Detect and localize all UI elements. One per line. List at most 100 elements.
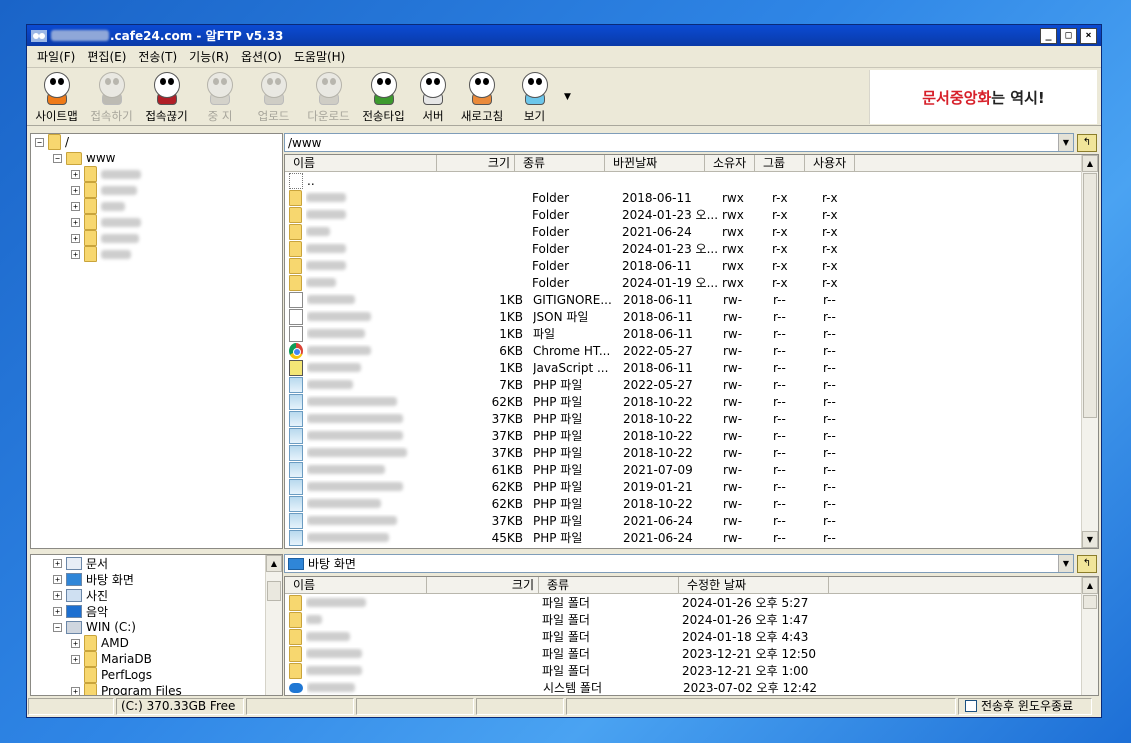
remote-parent-folder-button[interactable]: ↰ bbox=[1077, 134, 1097, 152]
table-row[interactable]: 37KB PHP 파일 2018-10-22 rw-r-- r-- bbox=[285, 410, 1098, 427]
menu-file[interactable]: 파일(F) bbox=[31, 48, 81, 65]
local-tree-item[interactable]: + AMD bbox=[31, 635, 282, 651]
remote-path-field[interactable]: /www ▼ bbox=[284, 133, 1074, 152]
table-row[interactable]: 1KB JavaScript ... 2018-06-11 rw-r-- r-- bbox=[285, 359, 1098, 376]
menu-options[interactable]: 옵션(O) bbox=[235, 48, 288, 65]
scroll-down-icon[interactable]: ▼ bbox=[1082, 531, 1098, 548]
transfer-type-button[interactable]: 전송타입 bbox=[356, 70, 411, 124]
col-user[interactable]: 사용자 bbox=[805, 155, 855, 171]
col-date[interactable]: 바뀐날짜 bbox=[605, 155, 705, 171]
table-row[interactable]: 파일 폴더 2024-01-18 오후 4:43 bbox=[285, 628, 1098, 645]
col-group[interactable]: 그룹 bbox=[755, 155, 805, 171]
expand-icon[interactable]: + bbox=[53, 558, 62, 568]
table-row[interactable]: 시스템 폴더 2023-07-02 오후 12:42 bbox=[285, 679, 1098, 695]
local-scrollbar[interactable]: ▲ bbox=[1081, 577, 1098, 695]
menu-edit[interactable]: 편집(E) bbox=[81, 48, 132, 65]
local-tree-item[interactable]: + 문서 bbox=[31, 555, 282, 571]
table-row[interactable]: 62KB PHP 파일 2018-10-22 rw-r-- r-- bbox=[285, 495, 1098, 512]
chevron-down-icon[interactable]: ▼ bbox=[1058, 555, 1073, 572]
col-size[interactable]: 크기 bbox=[437, 155, 515, 171]
table-row[interactable]: 37KB PHP 파일 2018-10-22 rw-r-- r-- bbox=[285, 427, 1098, 444]
stop-button[interactable]: 중 지 bbox=[194, 70, 246, 124]
table-row[interactable]: Folder 2024-01-23 오... rwx r-x r-x bbox=[285, 206, 1098, 223]
expand-icon[interactable]: + bbox=[71, 638, 80, 648]
remote-scrollbar[interactable]: ▲ ▼ bbox=[1081, 155, 1098, 548]
table-row[interactable]: 61KB PHP 파일 2021-07-09 rw-r-- r-- bbox=[285, 461, 1098, 478]
expand-icon[interactable]: + bbox=[53, 590, 62, 600]
table-row[interactable]: Folder 2024-01-23 오... rwx r-x r-x bbox=[285, 240, 1098, 257]
expand-icon[interactable]: + bbox=[71, 233, 80, 243]
table-row[interactable]: Folder 2018-06-11 rwx r-x r-x bbox=[285, 189, 1098, 206]
local-parent-folder-button[interactable]: ↰ bbox=[1077, 555, 1097, 573]
table-row[interactable]: 파일 폴더 2024-01-26 오후 5:27 bbox=[285, 594, 1098, 611]
local-tree-scrollbar[interactable]: ▲ bbox=[265, 555, 282, 695]
upload-button[interactable]: 업로드 bbox=[246, 70, 301, 124]
expand-icon[interactable]: + bbox=[71, 686, 80, 695]
tree-root[interactable]: − / bbox=[31, 134, 282, 150]
expand-icon[interactable]: + bbox=[53, 574, 62, 584]
download-button[interactable]: 다운로드 bbox=[301, 70, 356, 124]
table-row[interactable]: 파일 폴더 2023-12-21 오후 12:50 bbox=[285, 645, 1098, 662]
table-row[interactable]: 62KB PHP 파일 2018-10-22 rw-r-- r-- bbox=[285, 393, 1098, 410]
scroll-thumb[interactable] bbox=[1083, 173, 1097, 418]
title-bar[interactable]: .cafe24.com - 알FTP v5.33 _ □ × bbox=[27, 25, 1101, 46]
refresh-button[interactable]: 새로고침 bbox=[455, 70, 509, 124]
scroll-thumb[interactable] bbox=[267, 581, 281, 601]
scroll-up-icon[interactable]: ▲ bbox=[1082, 577, 1098, 594]
table-row[interactable]: 62KB PHP 파일 2019-01-21 rw-r-- r-- bbox=[285, 478, 1098, 495]
table-row[interactable]: Folder 2021-06-24 rwx r-x r-x bbox=[285, 223, 1098, 240]
expand-icon[interactable]: + bbox=[71, 185, 80, 195]
ad-banner[interactable]: 문서중앙화 는 역시! bbox=[869, 70, 1097, 124]
col-modified[interactable]: 수정한 날짜 bbox=[679, 577, 829, 593]
local-tree-item[interactable]: + 음악 bbox=[31, 603, 282, 619]
table-row[interactable]: 파일 폴더 2024-01-26 오후 1:47 bbox=[285, 611, 1098, 628]
menu-help[interactable]: 도움말(H) bbox=[288, 48, 352, 65]
close-after-transfer-option[interactable]: 전송후 윈도우종료 bbox=[958, 697, 1092, 715]
table-row[interactable]: Folder 2024-01-19 오... rwx r-x r-x bbox=[285, 274, 1098, 291]
server-button[interactable]: 서버 bbox=[411, 70, 455, 124]
local-tree-item[interactable]: + 사진 bbox=[31, 587, 282, 603]
tree-item-www[interactable]: − www bbox=[31, 150, 282, 166]
table-row[interactable]: 1KB GITIGNORE... 2018-06-11 rw-r-- r-- bbox=[285, 291, 1098, 308]
table-row[interactable]: 37KB PHP 파일 2021-06-24 rw-r-- r-- bbox=[285, 512, 1098, 529]
tree-item[interactable]: + bbox=[31, 166, 282, 182]
sitemap-button[interactable]: 사이트맵 bbox=[29, 70, 84, 124]
maximize-button[interactable]: □ bbox=[1060, 27, 1077, 44]
disconnect-button[interactable]: 접속끊기 bbox=[139, 70, 194, 124]
local-file-list[interactable]: 이름 크기 종류 수정한 날짜 파일 폴더 2024-01-26 오후 5:27 파… bbox=[284, 576, 1099, 696]
expand-icon[interactable]: + bbox=[71, 217, 80, 227]
expand-icon[interactable]: + bbox=[53, 606, 62, 616]
parent-dir-row[interactable]: .. bbox=[285, 172, 1098, 189]
collapse-icon[interactable]: − bbox=[35, 137, 44, 147]
col-name[interactable]: 이름 bbox=[285, 155, 437, 171]
connect-button[interactable]: 접속하기 bbox=[84, 70, 139, 124]
expand-icon[interactable]: + bbox=[71, 654, 80, 664]
menu-function[interactable]: 기능(R) bbox=[183, 48, 235, 65]
col-size[interactable]: 크기 bbox=[427, 577, 539, 593]
expand-icon[interactable]: + bbox=[71, 169, 80, 179]
local-path-field[interactable]: 바탕 화면 ▼ bbox=[284, 554, 1074, 573]
tree-item[interactable]: + bbox=[31, 246, 282, 262]
local-tree-item[interactable]: PerfLogs bbox=[31, 667, 282, 683]
collapse-icon[interactable]: − bbox=[53, 153, 62, 163]
chevron-down-icon[interactable]: ▼ bbox=[1058, 134, 1073, 151]
scroll-thumb[interactable] bbox=[1083, 595, 1097, 609]
remote-folder-tree[interactable]: − / − www + + + + + + bbox=[30, 133, 283, 549]
close-after-transfer-checkbox[interactable] bbox=[965, 700, 977, 712]
table-row[interactable]: 45KB PHP 파일 2021-06-24 rw-r-- r-- bbox=[285, 529, 1098, 546]
local-tree-item[interactable]: − WIN (C:) bbox=[31, 619, 282, 635]
close-button[interactable]: × bbox=[1080, 27, 1097, 44]
tree-item[interactable]: + bbox=[31, 214, 282, 230]
view-button[interactable]: 보기 bbox=[509, 70, 560, 124]
local-tree-item[interactable]: + Program Files bbox=[31, 683, 282, 695]
col-owner[interactable]: 소유자 bbox=[705, 155, 755, 171]
table-row[interactable]: 6KB Chrome HT... 2022-05-27 rw-r-- r-- bbox=[285, 342, 1098, 359]
expand-icon[interactable]: + bbox=[71, 201, 80, 211]
table-row[interactable]: 37KB PHP 파일 2018-10-22 rw-r-- r-- bbox=[285, 444, 1098, 461]
tree-item[interactable]: + bbox=[31, 230, 282, 246]
toolbar-more-icon[interactable]: ▼ bbox=[564, 92, 571, 102]
col-type[interactable]: 종류 bbox=[515, 155, 605, 171]
col-name[interactable]: 이름 bbox=[285, 577, 427, 593]
collapse-icon[interactable]: − bbox=[53, 622, 62, 632]
local-tree-item[interactable]: + MariaDB bbox=[31, 651, 282, 667]
